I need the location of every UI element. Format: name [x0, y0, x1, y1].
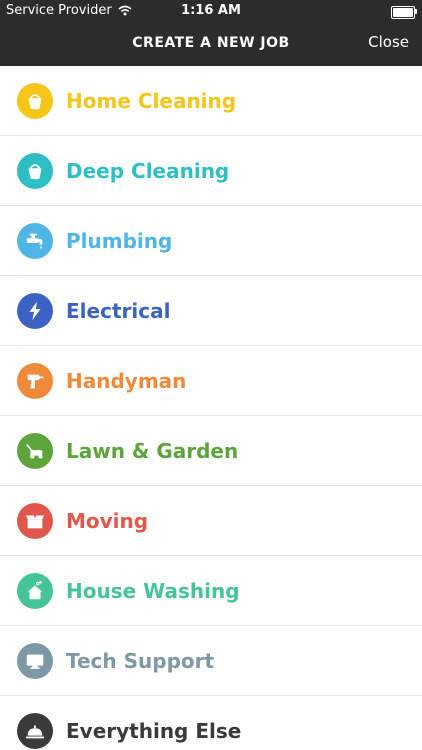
job-item-house-washing[interactable]: House Washing	[0, 556, 422, 626]
status-time: 1:16 AM	[181, 3, 241, 18]
create-job-screen: Service Provider 1:16 AM CREATE A NEW JO…	[0, 0, 422, 750]
header-bar: Service Provider 1:16 AM CREATE A NEW JO…	[0, 0, 422, 66]
job-label: Lawn & Garden	[66, 439, 239, 463]
page-title: CREATE A NEW JOB	[132, 35, 290, 51]
job-item-home-cleaning[interactable]: Home Cleaning	[0, 66, 422, 136]
job-item-lawn-garden[interactable]: Lawn & Garden	[0, 416, 422, 486]
service-bell-icon	[17, 713, 53, 749]
faucet-icon	[17, 223, 53, 259]
moving-box-icon	[17, 503, 53, 539]
drill-icon	[17, 363, 53, 399]
job-item-electrical[interactable]: Electrical	[0, 276, 422, 346]
job-label: Deep Cleaning	[66, 159, 230, 183]
job-item-plumbing[interactable]: Plumbing	[0, 206, 422, 276]
job-label: Plumbing	[66, 229, 173, 253]
job-label: Tech Support	[66, 649, 215, 673]
job-label: Moving	[66, 509, 149, 533]
job-label: Home Cleaning	[66, 89, 237, 113]
job-label: House Washing	[66, 579, 240, 603]
job-label: Everything Else	[66, 719, 242, 743]
battery-icon	[391, 6, 417, 19]
bucket-icon	[17, 83, 53, 119]
status-bar: Service Provider 1:16 AM	[0, 0, 422, 22]
job-label: Handyman	[66, 369, 187, 393]
bucket-icon	[17, 153, 53, 189]
job-item-moving[interactable]: Moving	[0, 486, 422, 556]
close-button[interactable]: Close	[368, 33, 409, 51]
lawn-mower-icon	[17, 433, 53, 469]
job-item-handyman[interactable]: Handyman	[0, 346, 422, 416]
job-item-everything-else[interactable]: Everything Else	[0, 696, 422, 750]
job-label: Electrical	[66, 299, 171, 323]
job-category-list: Home Cleaning Deep Cleaning Plumbing Ele…	[0, 66, 422, 750]
house-icon	[17, 573, 53, 609]
monitor-icon	[17, 643, 53, 679]
job-item-deep-cleaning[interactable]: Deep Cleaning	[0, 136, 422, 206]
job-item-tech-support[interactable]: Tech Support	[0, 626, 422, 696]
lightning-bolt-icon	[17, 293, 53, 329]
